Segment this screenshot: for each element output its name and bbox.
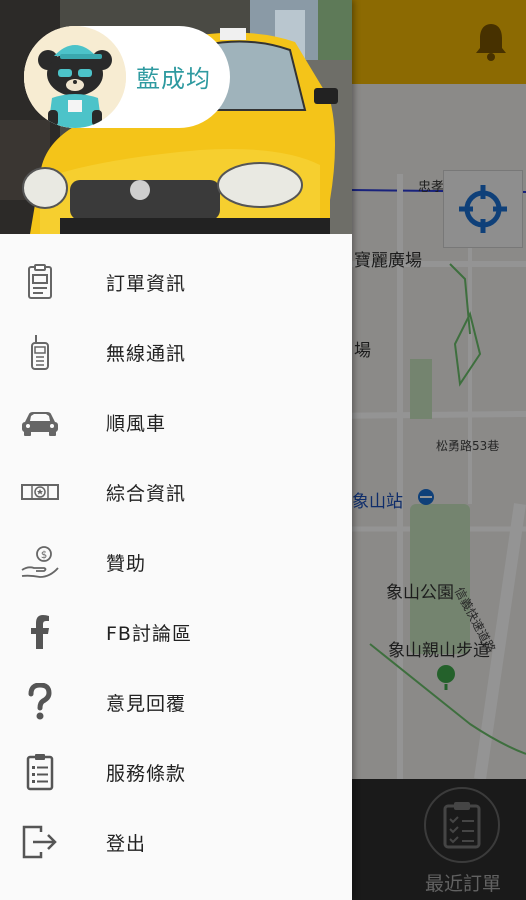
question-icon [18,683,62,721]
sponsor-icon: $ [18,543,62,581]
drawer-menu: 訂單資訊 無線通訊 順風車 綜合資訊 $ 贊助 FB討論區 意見回覆 服務條款 … [0,247,352,877]
logout-icon [18,823,62,861]
user-name: 藍成均 [136,65,211,93]
menu-item-terms[interactable]: 服務條款 [0,737,352,807]
menu-item-radio[interactable]: 無線通訊 [0,317,352,387]
menu-item-label: 贊助 [106,553,147,575]
menu-item-general-info[interactable]: 綜合資訊 [0,457,352,527]
menu-item-label: FB討論區 [106,623,192,645]
bear-avatar [24,26,126,128]
menu-item-order-info[interactable]: 訂單資訊 [0,247,352,317]
menu-item-label: 順風車 [106,413,167,435]
navigation-drawer: 藍成均 訂單資訊 無線通訊 順風車 綜合資訊 $ 贊助 FB討論區 意見回覆 服… [0,0,352,900]
terms-icon [18,753,62,791]
walkie-talkie-icon [18,333,62,371]
menu-item-label: 無線通訊 [106,343,187,365]
menu-item-feedback[interactable]: 意見回覆 [0,667,352,737]
order-info-icon [18,263,62,301]
menu-item-fb-forum[interactable]: FB討論區 [0,597,352,667]
facebook-icon [18,613,62,651]
user-profile-card[interactable]: 藍成均 [24,26,230,128]
menu-item-sponsor[interactable]: $ 贊助 [0,527,352,597]
info-ticket-icon [18,473,62,511]
menu-item-label: 意見回覆 [106,693,187,715]
menu-item-logout[interactable]: 登出 [0,807,352,877]
drawer-header: 藍成均 [0,0,352,234]
menu-item-label: 訂單資訊 [106,273,187,295]
menu-item-carpool[interactable]: 順風車 [0,387,352,457]
svg-text:$: $ [41,550,47,561]
car-icon [18,403,62,441]
menu-item-label: 綜合資訊 [106,483,187,505]
menu-item-label: 登出 [106,833,147,855]
menu-item-label: 服務條款 [106,763,187,785]
